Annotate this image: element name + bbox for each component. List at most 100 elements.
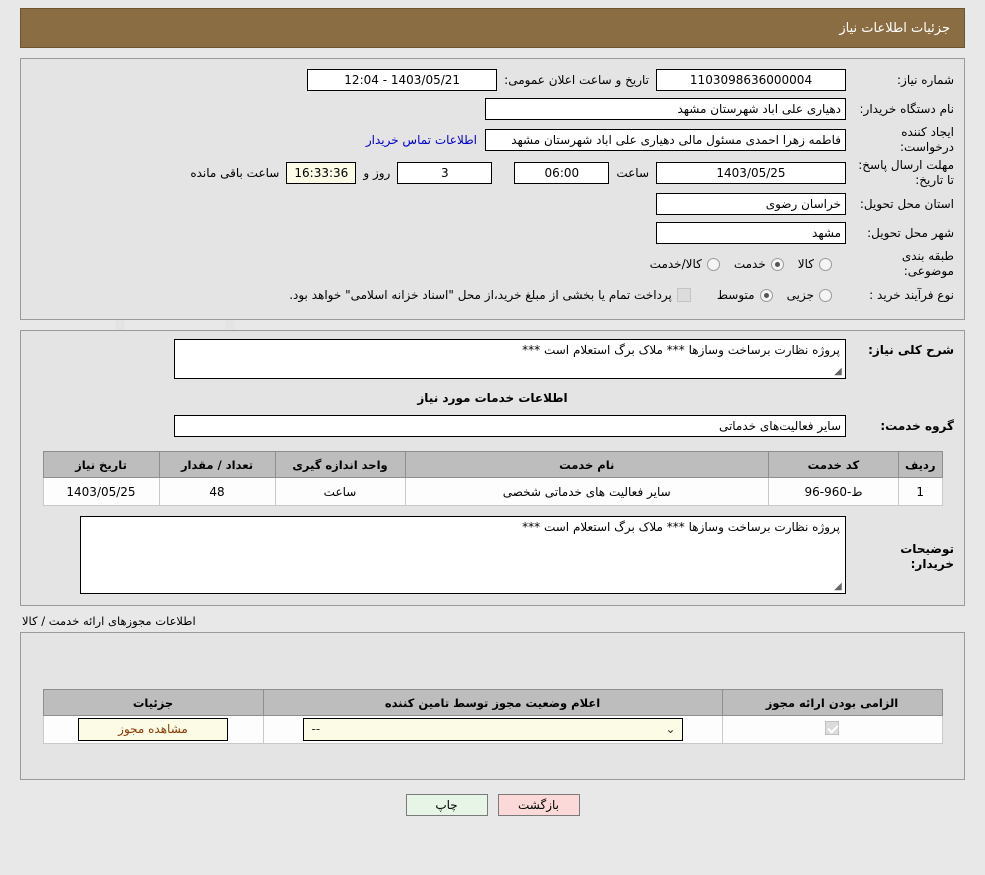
license-required-checkbox — [825, 721, 839, 735]
deadline-date-value: 1403/05/25 — [656, 162, 846, 184]
footer-actions: بازگشت چاپ — [0, 794, 985, 816]
cell-name: سایر فعالیت های خدماتی شخصی — [404, 477, 769, 506]
announce-label: تاریخ و ساعت اعلان عمومی: — [504, 73, 649, 87]
days-text: روز و — [363, 166, 391, 180]
row-city: شهر محل تحویل: مشهد — [31, 220, 954, 246]
radio-icon-khedmat[interactable] — [770, 257, 784, 271]
buyer-contact-link[interactable]: اطلاعات تماس خریدار — [358, 133, 485, 147]
cell-code: ط-960-96 — [767, 477, 899, 506]
category-label: طبقه بندی موضوعی: — [901, 249, 954, 278]
process-option-jozei[interactable]: جزیی — [787, 288, 832, 302]
category-option-khedmat-label: خدمت — [733, 257, 766, 271]
process-option-jozei-label: جزیی — [786, 288, 814, 302]
countdown-timer-value: 16:33:36 — [286, 162, 357, 184]
province-value: خراسان رضوی — [656, 193, 846, 215]
creator-label: ایجاد کننده درخواست: — [900, 125, 954, 154]
row-creator: ایجاد کننده درخواست: فاطمه زهرا احمدی مس… — [31, 125, 954, 155]
page-title: جزئیات اطلاعات نیاز — [839, 20, 950, 36]
page-root: جزئیات اطلاعات نیاز شماره نیاز: 11030986… — [0, 8, 985, 875]
services-table-header-row: ردیف کد خدمت نام خدمت واحد اندازه گیری ت… — [42, 451, 943, 478]
cell-license-details: مشاهده مجوز — [42, 715, 264, 744]
row-category: طبقه بندی موضوعی: کالا خدمت کالا/خدمت — [31, 249, 954, 279]
resize-grip-icon-notes[interactable]: ◣ — [834, 581, 842, 592]
license-status-select[interactable]: ⌄ -- — [302, 718, 683, 741]
col-license-details: جزئیات — [42, 689, 264, 716]
print-button[interactable]: چاپ — [405, 794, 488, 816]
radio-icon-motavaset[interactable] — [759, 288, 773, 302]
buyer-org-label: نام دستگاه خریدار: — [859, 101, 955, 116]
days-remaining-value: 3 — [397, 162, 493, 184]
province-label: استان محل تحویل: — [859, 196, 954, 211]
cell-license-status: ⌄ -- — [262, 715, 723, 744]
buyer-notes-textarea[interactable]: پروژه نظارت برساخت وسازها *** ملاک برگ ا… — [80, 516, 846, 594]
row-buyer-notes: توضیحات خریدار: پروژه نظارت برساخت وسازه… — [31, 516, 954, 594]
radio-icon-kala-khedmat[interactable] — [706, 257, 720, 271]
description-label: شرح کلی نیاز: — [868, 343, 954, 357]
cell-quantity: 48 — [158, 477, 276, 506]
need-number-value: 1103098636000004 — [656, 69, 846, 91]
col-unit: واحد اندازه گیری — [274, 451, 406, 478]
announce-value: 1403/05/21 - 12:04 — [307, 69, 498, 91]
radio-icon-kala[interactable] — [819, 257, 832, 271]
process-option-motavaset[interactable]: متوسط — [717, 288, 773, 302]
resize-grip-icon[interactable]: ◣ — [834, 366, 842, 377]
licenses-table: الزامی بودن ارائه مجوز اعلام وضعیت مجوز … — [42, 689, 943, 744]
col-code: کد خدمت — [767, 451, 899, 478]
row-description: شرح کلی نیاز: پروژه نظارت برساخت وسازها … — [31, 339, 954, 379]
cell-radif: 1 — [897, 477, 943, 506]
radio-icon-jozei[interactable] — [819, 288, 832, 302]
row-province: استان محل تحویل: خراسان رضوی — [31, 191, 954, 217]
description-textarea[interactable]: پروژه نظارت برساخت وسازها *** ملاک برگ ا… — [174, 339, 846, 379]
back-button[interactable]: بازگشت — [497, 794, 580, 816]
licenses-table-header-row: الزامی بودن ارائه مجوز اعلام وضعیت مجوز … — [42, 689, 943, 716]
hour-label: ساعت — [616, 166, 649, 180]
row-deadline: مهلت ارسال پاسخ: تا تاریخ: 1403/05/25 سا… — [31, 158, 954, 188]
table-row: ⌄ -- مشاهده مجوز — [42, 715, 943, 744]
col-radif: ردیف — [897, 451, 943, 478]
license-status-value: -- — [311, 722, 321, 736]
city-label: شهر محل تحویل: — [867, 225, 954, 240]
licenses-panel: الزامی بودن ارائه مجوز اعلام وضعیت مجوز … — [20, 632, 965, 780]
deadline-time-value: 06:00 — [514, 162, 610, 184]
treasury-checkbox-wrap[interactable]: پرداخت تمام یا بخشی از مبلغ خرید،از محل … — [289, 288, 691, 302]
cell-license-required — [721, 715, 943, 744]
category-option-kala-khedmat-label: کالا/خدمت — [649, 257, 702, 271]
licenses-title: اطلاعات مجوزهای ارائه خدمت / کالا — [22, 614, 196, 628]
page-header-banner: جزئیات اطلاعات نیاز — [20, 8, 965, 48]
view-license-button[interactable]: مشاهده مجوز — [78, 718, 228, 741]
cell-unit: ساعت — [274, 477, 406, 506]
category-option-kala-khedmat[interactable]: کالا/خدمت — [650, 257, 720, 271]
services-table: ردیف کد خدمت نام خدمت واحد اندازه گیری ت… — [42, 451, 943, 506]
chevron-down-icon: ⌄ — [665, 722, 676, 736]
remaining-suffix-label: ساعت باقی مانده — [190, 166, 280, 180]
table-row: 1 ط-960-96 سایر فعالیت های خدماتی شخصی س… — [42, 477, 943, 506]
col-date: تاریخ نیاز — [42, 451, 160, 478]
buyer-notes-label: توضیحات خریدار: — [900, 542, 954, 571]
treasury-checkbox[interactable] — [676, 288, 691, 302]
process-label: نوع فرآیند خرید : — [869, 287, 954, 302]
process-option-motavaset-label: متوسط — [716, 288, 755, 302]
need-details-panel: شماره نیاز: 1103098636000004 تاریخ و ساع… — [20, 58, 965, 320]
row-purchase-process: نوع فرآیند خرید : جزیی متوسط پرداخت تمام… — [31, 282, 954, 308]
col-license-status: اعلام وضعیت مجوز توسط تامین کننده — [262, 689, 723, 716]
service-group-value: سایر فعالیت‌های خدماتی — [174, 415, 846, 437]
category-option-kala-label: کالا — [797, 257, 814, 271]
creator-value: فاطمه زهرا احمدی مسئول مالی دهیاری علی ا… — [485, 129, 846, 151]
treasury-note-label: پرداخت تمام یا بخشی از مبلغ خرید،از محل … — [289, 288, 672, 302]
service-group-label: گروه خدمت: — [880, 418, 954, 433]
category-option-kala[interactable]: کالا — [798, 257, 832, 271]
col-name: نام خدمت — [404, 451, 769, 478]
buyer-org-value: دهیاری علی اباد شهرستان مشهد — [485, 98, 846, 120]
description-value: پروژه نظارت برساخت وسازها *** ملاک برگ ا… — [522, 343, 840, 357]
row-service-group: گروه خدمت: سایر فعالیت‌های خدماتی — [31, 413, 954, 439]
col-quantity: تعداد / مقدار — [158, 451, 276, 478]
cell-date: 1403/05/25 — [42, 477, 160, 506]
buyer-notes-value: پروژه نظارت برساخت وسازها *** ملاک برگ ا… — [522, 520, 840, 534]
services-section-title: اطلاعات خدمات مورد نیاز — [417, 391, 568, 405]
deadline-label: مهلت ارسال پاسخ: تا تاریخ: — [858, 158, 954, 187]
row-buyer-org: نام دستگاه خریدار: دهیاری علی اباد شهرست… — [31, 96, 954, 122]
category-option-khedmat[interactable]: خدمت — [734, 257, 784, 271]
need-number-label: شماره نیاز: — [897, 72, 954, 87]
row-need-number: شماره نیاز: 1103098636000004 تاریخ و ساع… — [31, 67, 954, 93]
col-license-required: الزامی بودن ارائه مجوز — [721, 689, 943, 716]
